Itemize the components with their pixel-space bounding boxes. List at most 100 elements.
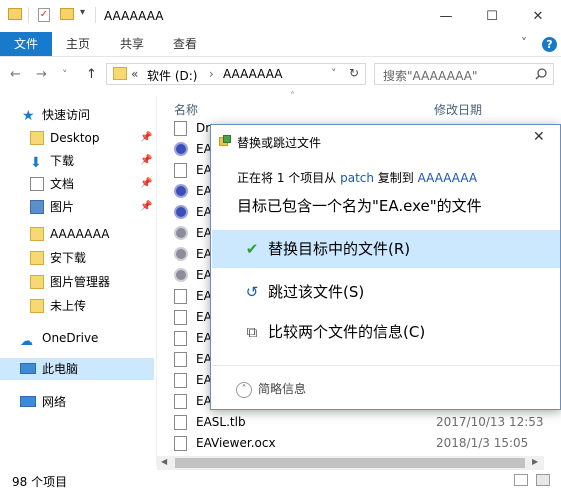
application-icon [174, 247, 188, 261]
application-icon [174, 142, 188, 156]
dialog-close-button[interactable]: ✕ [533, 129, 545, 145]
divider [95, 7, 96, 23]
column-header-name[interactable]: 名称 [174, 101, 198, 118]
option-label: 比较两个文件的信息(C) [268, 323, 426, 341]
destination-folder-link[interactable]: AAAAAAA [418, 171, 477, 185]
expand-ribbon-icon[interactable]: ˅ [521, 36, 527, 50]
recent-locations-button[interactable]: ˅ [62, 68, 68, 81]
option-label: 跳过该文件(S) [268, 283, 365, 301]
replace-or-skip-dialog: 替换或跳过文件 ✕ 正在将 1 个项目从 patch 复制到 AAAAAAA 目… [210, 124, 561, 410]
sidebar-item-desktop[interactable]: Desktop 📌 [0, 127, 154, 149]
column-header-date[interactable]: 修改日期 [434, 101, 482, 118]
scroll-left-icon[interactable]: ◀ [161, 457, 167, 466]
tab-home[interactable]: 主页 [54, 32, 102, 56]
breadcrumb-separator[interactable]: › [209, 67, 214, 81]
close-button[interactable]: ✕ [515, 0, 561, 32]
ribbon-tabs: 文件 主页 共享 查看 ˅ ? [0, 32, 561, 57]
sidebar-item-label: 图片管理器 [50, 275, 111, 289]
tab-file[interactable]: 文件 [0, 32, 52, 56]
file-row[interactable]: EAViewer.ocx 2018/1/3 15:05 [170, 433, 550, 454]
search-icon [535, 68, 547, 80]
file-icon [174, 415, 187, 430]
file-icon [174, 394, 187, 409]
fewer-details-label: 简略信息 [258, 382, 307, 396]
sidebar-item-anxz[interactable]: 安下载 [0, 247, 154, 269]
minimize-button[interactable]: — [423, 0, 469, 32]
sidebar-item-image-manager[interactable]: 图片管理器 [0, 271, 154, 293]
file-icon [174, 331, 187, 346]
dialog-footer: ˄ 简略信息 [212, 365, 560, 410]
refresh-icon[interactable]: ↻ [349, 66, 359, 80]
compare-icon: ⧉ [246, 323, 258, 341]
folder-icon [30, 227, 44, 241]
sidebar-item-downloads[interactable]: ⬇ 下载 📌 [0, 150, 154, 172]
pin-icon[interactable]: 📌 [140, 173, 152, 195]
file-name: EASL.tlb [196, 415, 246, 429]
sidebar-item-label: 文档 [50, 177, 75, 191]
file-row[interactable]: EASL.tlb 2017/10/13 12:53 [170, 412, 550, 433]
breadcrumb-overflow[interactable]: « [131, 67, 138, 81]
file-date: 2017/10/13 12:53 [436, 415, 544, 429]
file-list-header: ˄ 名称 修改日期 [170, 91, 550, 118]
search-input[interactable]: 搜索"AAAAAAA" [374, 63, 554, 85]
customize-toolbar-icon[interactable]: ▾ [80, 7, 85, 18]
copy-text-prefix: 正在将 1 个项目从 [237, 171, 341, 185]
sidebar-item-pictures[interactable]: 图片 📌 [0, 196, 154, 218]
sort-indicator-icon: ˄ [290, 91, 295, 102]
sidebar-item-documents[interactable]: 文档 📌 [0, 173, 154, 195]
help-icon[interactable]: ? [542, 37, 557, 52]
sidebar-item-label: OneDrive [42, 331, 99, 345]
breadcrumb-drive[interactable]: 软件 (D:) [147, 67, 197, 84]
scroll-right-icon[interactable]: ▶ [532, 457, 538, 466]
properties-icon[interactable]: ✓ [38, 8, 50, 22]
replace-option[interactable]: ✔ 替换目标中的文件(R) [212, 230, 560, 268]
pin-icon[interactable]: 📌 [140, 150, 152, 172]
breadcrumb-folder[interactable]: AAAAAAA [223, 67, 282, 81]
file-icon [174, 163, 187, 178]
application-icon [174, 226, 188, 240]
title-bar: ✓ ▾ AAAAAAA — ☐ ✕ [0, 0, 561, 32]
pane-divider[interactable] [156, 96, 157, 466]
pin-icon[interactable]: 📌 [140, 196, 152, 218]
sidebar-item-label: AAAAAAA [50, 227, 110, 241]
navigation-pane: ★ 快速访问 Desktop 📌 ⬇ 下载 📌 文档 📌 图片 📌 AAAAAA… [0, 96, 154, 466]
address-dropdown-icon[interactable]: ˅ [331, 67, 337, 80]
address-bar[interactable]: « 软件 (D:) › AAAAAAA ˅ ↻ [106, 63, 366, 85]
folder-icon[interactable] [8, 8, 22, 20]
item-count: 98 个项目 [12, 475, 68, 489]
forward-button[interactable]: → [36, 67, 47, 82]
up-button[interactable]: ↑ [86, 67, 97, 82]
back-button[interactable]: ← [10, 67, 21, 82]
scrollbar-thumb[interactable] [175, 458, 525, 468]
conflict-message: 目标已包含一个名为"EA.exe"的文件 [237, 197, 482, 215]
copy-text-middle: 复制到 [373, 171, 418, 185]
sidebar-item-label: 未上传 [50, 299, 87, 313]
sidebar-item-aaaaaaa[interactable]: AAAAAAA [0, 223, 154, 245]
large-icons-view-icon[interactable] [536, 474, 550, 486]
documents-icon [30, 177, 44, 191]
divider [28, 7, 29, 23]
source-folder-link[interactable]: patch [340, 171, 374, 185]
pin-icon[interactable]: 📌 [140, 127, 152, 149]
sidebar-item-network[interactable]: 网络 [0, 391, 154, 413]
details-view-icon[interactable] [514, 474, 528, 486]
option-label: 替换目标中的文件(R) [268, 240, 411, 258]
maximize-button[interactable]: ☐ [469, 0, 515, 32]
new-folder-icon[interactable] [60, 8, 74, 20]
sidebar-item-not-uploaded[interactable]: 未上传 [0, 295, 154, 317]
sidebar-item-this-pc[interactable]: 此电脑 [0, 358, 154, 380]
search-placeholder: 搜索"AAAAAAA" [383, 69, 478, 83]
file-icon [174, 121, 187, 136]
star-icon: ★ [22, 108, 35, 124]
check-icon: ✔ [245, 240, 259, 258]
sidebar-item-label: 下载 [50, 154, 75, 168]
skip-option[interactable]: ↺ 跳过该文件(S) [212, 273, 560, 311]
fewer-details-button[interactable]: ˄ 简略信息 [236, 380, 306, 398]
folder-icon [30, 131, 44, 145]
sidebar-item-quick-access[interactable]: ★ 快速访问 [0, 104, 154, 126]
file-icon [174, 352, 187, 367]
compare-option[interactable]: ⧉ 比较两个文件的信息(C) [212, 313, 560, 351]
tab-share[interactable]: 共享 [108, 32, 156, 56]
sidebar-item-onedrive[interactable]: ☁ OneDrive [0, 327, 154, 349]
tab-view[interactable]: 查看 [161, 32, 209, 56]
